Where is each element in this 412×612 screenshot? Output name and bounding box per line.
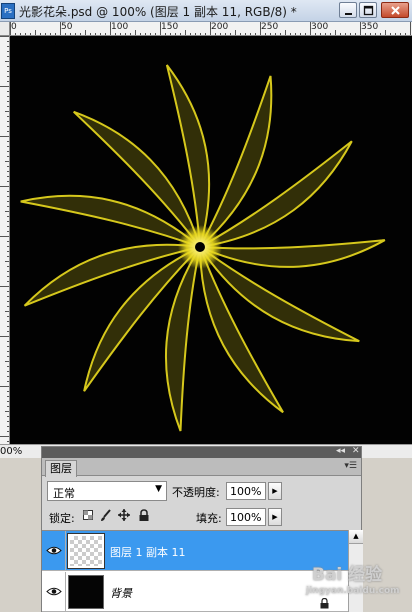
opacity-slider-button[interactable]: ▶ xyxy=(268,482,282,500)
layer-thumbnail xyxy=(68,534,104,568)
tab-layers[interactable]: 图层 xyxy=(45,460,77,477)
baidu-watermark: Bai 经验 jingyan.baidu.com xyxy=(300,560,412,612)
ruler-label: 100 xyxy=(111,22,129,32)
layer-name[interactable]: 背景 xyxy=(110,585,132,601)
photoshop-file-icon: Ps xyxy=(1,3,15,19)
ruler-label: 50 xyxy=(61,22,73,32)
ruler-label: 0 xyxy=(11,22,17,32)
document-canvas[interactable] xyxy=(10,36,412,444)
close-button[interactable] xyxy=(381,2,409,18)
ruler-label: 150 xyxy=(161,22,179,32)
panel-menu-icon[interactable]: ▾☰ xyxy=(344,461,357,471)
panel-tabs: 图层 ▾☰ xyxy=(42,458,361,477)
lock-all-icon[interactable] xyxy=(138,509,150,522)
arrow-right-icon: ▶ xyxy=(272,513,278,521)
blend-mode-select[interactable]: 正常 ▼ xyxy=(47,481,167,501)
flower-petal xyxy=(199,239,386,268)
lock-transparent-icon[interactable] xyxy=(82,509,94,522)
ruler-label: 350 xyxy=(361,22,379,32)
opacity-label: 不透明度: xyxy=(172,486,220,499)
fill-input[interactable]: 100% xyxy=(226,508,266,526)
flower-petal xyxy=(199,140,353,248)
eye-icon xyxy=(46,587,62,596)
layer-thumbnail xyxy=(68,575,104,609)
document-title: 光影花朵.psd @ 100% (图层 1 副本 11, RGB/8) * xyxy=(19,5,297,19)
ruler-label: 200 xyxy=(211,22,229,32)
collapse-panel-icon[interactable]: ◂◂ xyxy=(336,446,345,457)
fill-slider-button[interactable]: ▶ xyxy=(268,508,282,526)
chevron-down-icon: ▼ xyxy=(155,484,162,494)
close-panel-icon[interactable]: ✕ xyxy=(352,446,360,457)
ruler-origin[interactable] xyxy=(0,22,10,36)
layer-name[interactable]: 图层 1 副本 11 xyxy=(110,544,186,560)
blend-mode-value: 正常 xyxy=(53,487,75,500)
flower-artwork xyxy=(20,64,386,432)
ruler-label: 250 xyxy=(261,22,279,32)
fill-label: 填充: xyxy=(196,512,222,525)
maximize-icon xyxy=(363,5,374,16)
vertical-ruler-ticks xyxy=(0,36,9,442)
fill-value: 100% xyxy=(230,511,262,524)
photoshop-workspace: Ps 光影花朵.psd @ 100% (图层 1 副本 11, RGB/8) *… xyxy=(0,0,412,612)
lock-move-icon[interactable] xyxy=(118,509,130,522)
maximize-button[interactable] xyxy=(359,2,377,18)
close-icon xyxy=(391,6,400,15)
vertical-ruler[interactable] xyxy=(0,36,10,444)
flower-center xyxy=(195,242,205,252)
visibility-toggle[interactable] xyxy=(42,531,66,571)
lock-brush-icon[interactable] xyxy=(100,509,112,522)
arrow-right-icon: ▶ xyxy=(272,487,278,495)
flower-petal xyxy=(199,246,284,414)
panel-header-bar[interactable]: ◂◂ ✕ xyxy=(42,446,361,458)
zoom-level[interactable]: 00% xyxy=(0,446,22,457)
document-titlebar[interactable]: Ps 光影花朵.psd @ 100% (图层 1 副本 11, RGB/8) * xyxy=(0,0,412,22)
opacity-value: 100% xyxy=(230,485,262,498)
minimize-button[interactable] xyxy=(339,2,357,18)
lock-label: 锁定: xyxy=(49,512,75,525)
visibility-toggle[interactable] xyxy=(42,572,66,612)
opacity-input[interactable]: 100% xyxy=(226,482,266,500)
scroll-up-icon[interactable]: ▲ xyxy=(349,530,363,544)
horizontal-ruler[interactable]: 0 50 100 150 200 250 300 350 xyxy=(10,22,412,36)
minimize-icon xyxy=(345,13,352,15)
ruler-label: 300 xyxy=(311,22,329,32)
watermark-text: Bai 经验 xyxy=(312,565,383,585)
watermark-subtext: jingyan.baidu.com xyxy=(306,586,400,596)
eye-icon xyxy=(46,546,62,555)
